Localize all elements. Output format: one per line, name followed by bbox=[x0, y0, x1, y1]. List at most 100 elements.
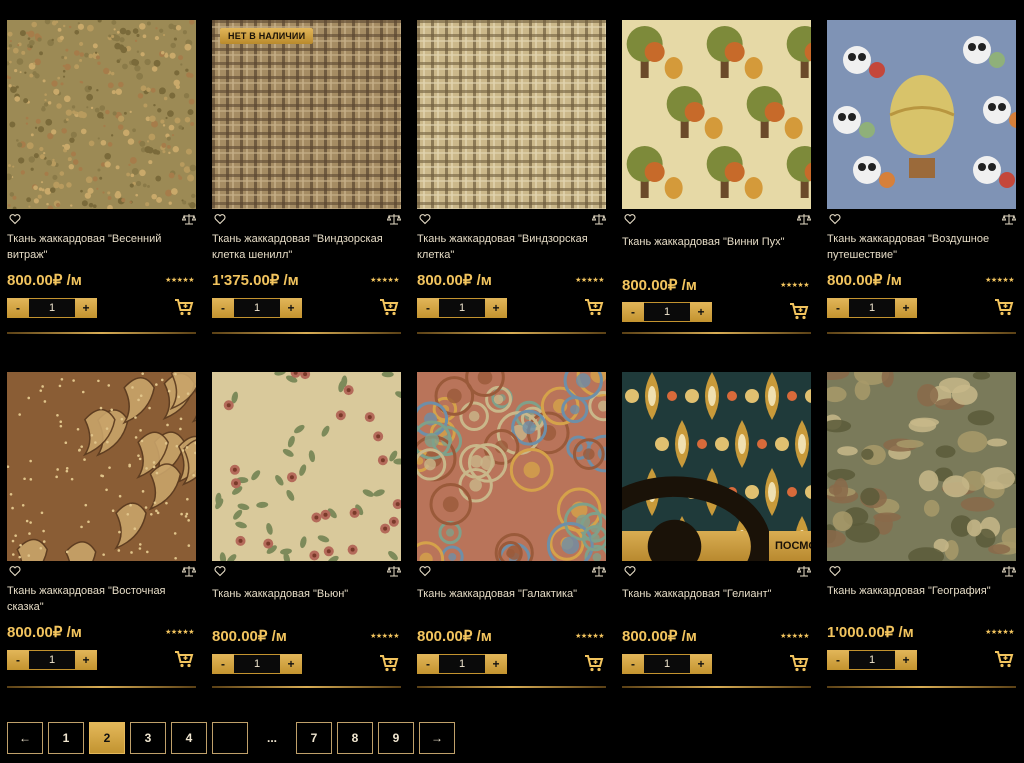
qty-minus-button[interactable]: - bbox=[7, 298, 29, 318]
page-8-button[interactable]: 8 bbox=[337, 722, 373, 754]
page-2-button[interactable]: 2 bbox=[89, 722, 125, 754]
qty-minus-button[interactable]: - bbox=[827, 298, 849, 318]
qty-plus-button[interactable]: + bbox=[895, 298, 917, 318]
qty-plus-button[interactable]: + bbox=[75, 298, 97, 318]
qty-input[interactable]: 1 bbox=[29, 298, 75, 318]
page-3-button[interactable]: 3 bbox=[130, 722, 166, 754]
qty-plus-button[interactable]: + bbox=[280, 298, 302, 318]
product-image[interactable] bbox=[417, 372, 606, 561]
compare-scales-icon[interactable] bbox=[591, 212, 607, 225]
qty-plus-button[interactable]: + bbox=[485, 298, 507, 318]
page-7-button[interactable]: 7 bbox=[296, 722, 332, 754]
prev-page-button[interactable]: ← bbox=[7, 722, 43, 754]
product-title[interactable]: Ткань жаккардовая "Винни Пух" bbox=[622, 234, 814, 250]
qty-minus-button[interactable]: - bbox=[827, 650, 849, 670]
heart-icon[interactable] bbox=[624, 564, 636, 577]
add-to-cart-icon[interactable] bbox=[994, 650, 1014, 668]
compare-scales-icon[interactable] bbox=[591, 564, 607, 577]
rating-stars: ★★★★★ bbox=[575, 277, 604, 284]
product-image[interactable] bbox=[417, 20, 606, 209]
product-title[interactable]: Ткань жаккардовая "Гелиант" bbox=[622, 586, 814, 602]
page-1-button[interactable]: 1 bbox=[48, 722, 84, 754]
qty-plus-button[interactable]: + bbox=[280, 654, 302, 674]
qty-input[interactable]: 1 bbox=[644, 654, 690, 674]
card-divider bbox=[827, 332, 1016, 334]
qty-minus-button[interactable]: - bbox=[622, 654, 644, 674]
qty-input[interactable]: 1 bbox=[849, 298, 895, 318]
qty-minus-button[interactable]: - bbox=[622, 302, 644, 322]
page-blank-button[interactable] bbox=[212, 722, 248, 754]
quick-view-button[interactable]: ПОСМОТРЕТЬ bbox=[622, 475, 811, 561]
product-image[interactable] bbox=[622, 20, 811, 209]
product-title[interactable]: Ткань жаккардовая "География" bbox=[827, 583, 1019, 599]
qty-plus-button[interactable]: + bbox=[690, 654, 712, 674]
compare-scales-icon[interactable] bbox=[386, 564, 402, 577]
qty-minus-button[interactable]: - bbox=[212, 654, 234, 674]
qty-input[interactable]: 1 bbox=[234, 298, 280, 318]
page-9-button[interactable]: 9 bbox=[378, 722, 414, 754]
card-divider bbox=[7, 686, 196, 688]
qty-minus-button[interactable]: - bbox=[417, 298, 439, 318]
compare-scales-icon[interactable] bbox=[181, 564, 197, 577]
add-to-cart-icon[interactable] bbox=[789, 654, 809, 672]
product-image[interactable]: ПОСМОТРЕТЬ bbox=[622, 372, 811, 561]
heart-icon[interactable] bbox=[214, 564, 226, 577]
add-to-cart-icon[interactable] bbox=[584, 298, 604, 316]
compare-scales-icon[interactable] bbox=[796, 564, 812, 577]
qty-input[interactable]: 1 bbox=[29, 650, 75, 670]
add-to-cart-icon[interactable] bbox=[584, 654, 604, 672]
product-title[interactable]: Ткань жаккардовая "Вьюн" bbox=[212, 586, 404, 602]
product-image[interactable] bbox=[827, 372, 1016, 561]
heart-icon[interactable] bbox=[9, 564, 21, 577]
heart-icon[interactable] bbox=[419, 564, 431, 577]
product-title[interactable]: Ткань жаккардовая "Галактика" bbox=[417, 586, 609, 602]
product-price: 800.00₽ /м bbox=[7, 272, 82, 289]
product-title[interactable]: Ткань жаккардовая "Виндзорская клетка ше… bbox=[212, 231, 404, 263]
product-title[interactable]: Ткань жаккардовая "Восточная сказка" bbox=[7, 583, 199, 615]
page-4-button[interactable]: 4 bbox=[171, 722, 207, 754]
product-image[interactable]: НЕТ В НАЛИЧИИ bbox=[212, 20, 401, 209]
product-image[interactable] bbox=[827, 20, 1016, 209]
qty-input[interactable]: 1 bbox=[849, 650, 895, 670]
product-card: Ткань жаккардовая "Восточная сказка" 800… bbox=[0, 352, 199, 697]
product-image[interactable] bbox=[212, 372, 401, 561]
product-image[interactable] bbox=[7, 372, 196, 561]
next-page-button[interactable]: → bbox=[419, 722, 455, 754]
product-title[interactable]: Ткань жаккардовая "Виндзорская клетка" bbox=[417, 231, 609, 263]
qty-input[interactable]: 1 bbox=[439, 654, 485, 674]
compare-scales-icon[interactable] bbox=[386, 212, 402, 225]
add-to-cart-icon[interactable] bbox=[174, 650, 194, 668]
heart-icon[interactable] bbox=[9, 212, 21, 225]
add-to-cart-icon[interactable] bbox=[379, 298, 399, 316]
qty-minus-button[interactable]: - bbox=[212, 298, 234, 318]
add-to-cart-icon[interactable] bbox=[789, 302, 809, 320]
card-divider bbox=[622, 686, 811, 688]
compare-scales-icon[interactable] bbox=[1001, 212, 1017, 225]
product-card: ПОСМОТРЕТЬ Ткань жаккардовая "Гелиант" 8… bbox=[615, 352, 814, 697]
product-title[interactable]: Ткань жаккардовая "Воздушное путешествие… bbox=[827, 231, 1019, 263]
card-divider bbox=[417, 332, 606, 334]
add-to-cart-icon[interactable] bbox=[174, 298, 194, 316]
compare-scales-icon[interactable] bbox=[796, 212, 812, 225]
qty-plus-button[interactable]: + bbox=[75, 650, 97, 670]
qty-plus-button[interactable]: + bbox=[895, 650, 917, 670]
qty-plus-button[interactable]: + bbox=[690, 302, 712, 322]
qty-input[interactable]: 1 bbox=[439, 298, 485, 318]
qty-minus-button[interactable]: - bbox=[7, 650, 29, 670]
compare-scales-icon[interactable] bbox=[1001, 564, 1017, 577]
qty-input[interactable]: 1 bbox=[644, 302, 690, 322]
heart-icon[interactable] bbox=[829, 212, 841, 225]
heart-icon[interactable] bbox=[214, 212, 226, 225]
product-image[interactable] bbox=[7, 20, 196, 209]
qty-input[interactable]: 1 bbox=[234, 654, 280, 674]
compare-scales-icon[interactable] bbox=[181, 212, 197, 225]
qty-plus-button[interactable]: + bbox=[485, 654, 507, 674]
heart-icon[interactable] bbox=[829, 564, 841, 577]
product-title[interactable]: Ткань жаккардовая "Весенний витраж" bbox=[7, 231, 199, 263]
qty-minus-button[interactable]: - bbox=[417, 654, 439, 674]
add-to-cart-icon[interactable] bbox=[994, 298, 1014, 316]
rating-stars: ★★★★★ bbox=[165, 629, 194, 636]
heart-icon[interactable] bbox=[624, 212, 636, 225]
add-to-cart-icon[interactable] bbox=[379, 654, 399, 672]
heart-icon[interactable] bbox=[419, 212, 431, 225]
